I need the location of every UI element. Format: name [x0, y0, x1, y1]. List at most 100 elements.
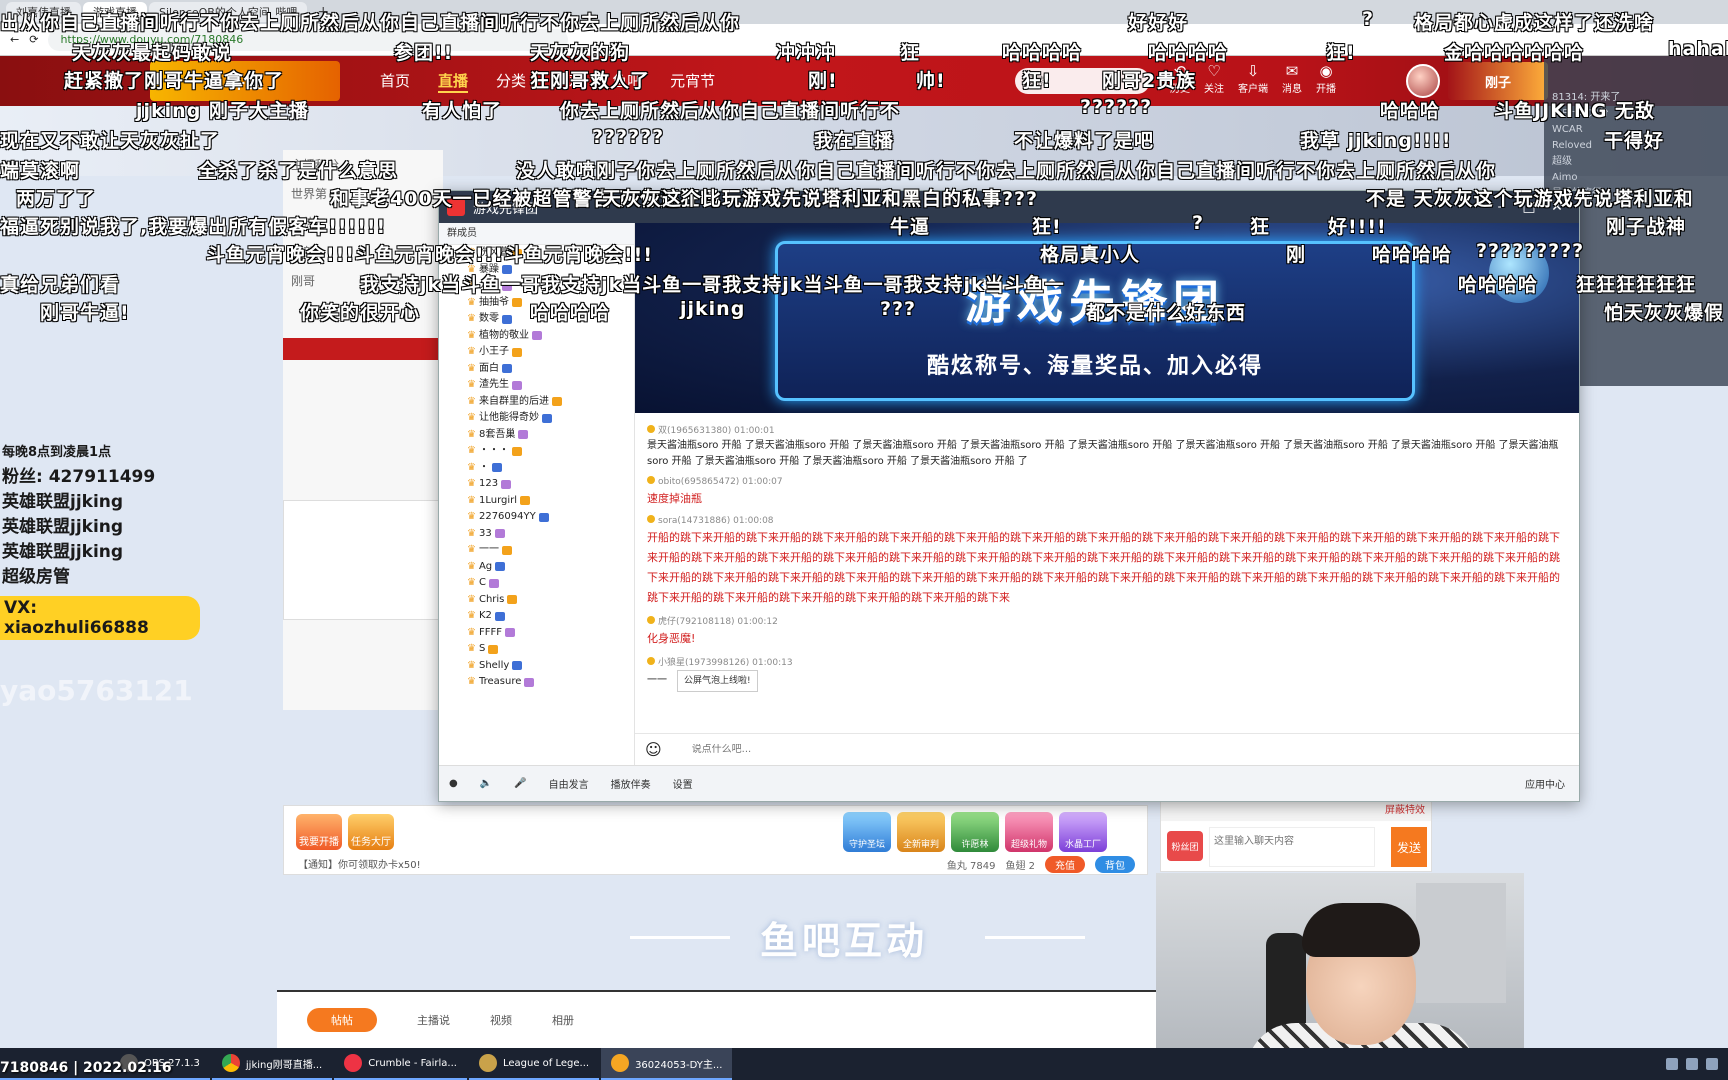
user-avatar[interactable]	[1406, 64, 1440, 98]
member-item[interactable]: ♛ 123	[439, 476, 634, 493]
block-effects-toggle[interactable]: 屏蔽特效	[1161, 801, 1431, 821]
download-button[interactable]: ⇩ 客户端	[1238, 62, 1268, 95]
settings-button[interactable]: 设置	[673, 776, 693, 791]
danmaku-comment: 两万了了	[16, 188, 97, 210]
fan-club-button[interactable]: 粉丝团	[1167, 831, 1203, 861]
send-button[interactable]: 发送	[1391, 827, 1427, 867]
member-item[interactable]: ♛ Chris	[439, 592, 634, 609]
member-name: Chris	[478, 593, 505, 605]
member-name: FFFF	[478, 626, 502, 638]
tab-posts[interactable]: 帖帖	[307, 1008, 377, 1032]
volume-tray-icon[interactable]	[1686, 1058, 1698, 1070]
taskbar-app[interactable]: jjking刚哥直播...	[211, 1048, 333, 1080]
nav-live[interactable]: 直播	[438, 70, 469, 93]
member-item[interactable]: ♛ 让他能得奇妙	[439, 410, 634, 427]
danmaku-comment: 斗鱼JJKING 无敌	[1494, 100, 1656, 122]
level-badge-icon	[511, 347, 522, 357]
member-item[interactable]: ♛ FFFF	[439, 625, 634, 642]
member-item[interactable]: ♛ ・	[439, 460, 634, 477]
play-music-button[interactable]: 播放伴奏	[611, 776, 651, 791]
member-item[interactable]: ♛ Treasure	[439, 674, 634, 691]
crown-icon: ♛	[467, 329, 476, 341]
recharge-button[interactable]: 充值	[1045, 856, 1085, 873]
crown-icon: ♛	[467, 544, 476, 555]
broadcast-button[interactable]: ◉ 开播	[1316, 62, 1336, 95]
schedule-text: 每晚8点到凌晨1点	[2, 445, 112, 460]
member-item[interactable]: ♛ 渣先生	[439, 377, 634, 394]
message-sender: obito(695865472) 01:00:07	[658, 477, 783, 487]
member-item[interactable]: ♛ ・・・	[439, 443, 634, 460]
app-center-button[interactable]: 应用中心	[1525, 776, 1579, 791]
fishwing-count: 鱼翅 2	[1005, 861, 1035, 872]
level-badge-icon	[511, 380, 522, 390]
qq-bottom-bar: ● 🔈 🎤 自由发言 播放伴奏 设置 应用中心	[439, 765, 1579, 801]
danmaku-comment: 你笑的很开心	[300, 302, 421, 324]
task-hall-button[interactable]: 任务大厅	[348, 814, 394, 850]
danmaku-comment: jjking	[680, 298, 746, 320]
ime-icon[interactable]	[1706, 1058, 1718, 1070]
nav-category[interactable]: 分类	[496, 70, 526, 93]
taskbar-app[interactable]: 36024053-DY主...	[601, 1048, 733, 1080]
crown-icon: ♛	[467, 313, 476, 324]
crown-icon: ♛	[467, 494, 476, 506]
member-item[interactable]: ♛ 小王子	[439, 344, 634, 361]
qq-logo-icon[interactable]: ●	[449, 778, 458, 789]
member-item[interactable]: ♛ C	[439, 575, 634, 592]
member-item[interactable]: ♛ 33	[439, 526, 634, 543]
crown-icon: ♛	[467, 643, 476, 654]
game-text: 英雄联盟jjking	[2, 492, 124, 512]
emoji-icon[interactable]: ☺	[645, 740, 662, 759]
nav-festival[interactable]: 元宵节	[670, 70, 715, 93]
message-button[interactable]: ✉ 消息	[1282, 62, 1302, 95]
message-body: 化身恶魔!	[647, 632, 696, 645]
stream-timestamp: 7180846 | 2022.02.16	[0, 1060, 172, 1076]
start-stream-button[interactable]: 我要开播	[296, 814, 342, 850]
danmaku-comment: 赶紧撤了刚哥牛逼拿你了	[64, 70, 285, 92]
gift-item[interactable]: 超级礼物	[1005, 812, 1053, 852]
member-item[interactable]: ♛ S	[439, 641, 634, 658]
level-badge-icon	[538, 512, 549, 522]
tab-videos[interactable]: 视频	[490, 1012, 512, 1028]
gift-item[interactable]: 守护圣坛	[843, 812, 891, 852]
danmaku-comment: ??????	[592, 126, 665, 148]
level-badge-icon	[495, 562, 506, 572]
taskbar-app[interactable]: Crumble - Fairla...	[334, 1048, 467, 1080]
chat-input[interactable]	[1209, 827, 1375, 867]
nav-home[interactable]: 首页	[380, 70, 410, 93]
taskbar-app[interactable]: League of Lege...	[468, 1048, 600, 1080]
member-name: 2276094YY	[478, 511, 536, 522]
member-name: 来自群里的后进	[478, 395, 549, 407]
member-item[interactable]: ♛ 面白	[439, 361, 634, 378]
follow-button[interactable]: ♡ 关注	[1204, 62, 1224, 95]
member-item[interactable]: ♛ 来自群里的后进	[439, 394, 634, 411]
tab-anchor-says[interactable]: 主播说	[417, 1012, 450, 1028]
network-icon[interactable]	[1666, 1058, 1678, 1070]
free-speak-button[interactable]: 自由发言	[549, 776, 589, 791]
fishball-count: 鱼丸 7849	[946, 861, 996, 872]
gift-item[interactable]: 许愿林	[951, 812, 999, 852]
backpack-button[interactable]: 背包	[1095, 856, 1135, 873]
header-banner[interactable]: 刚子	[1448, 62, 1548, 100]
member-item[interactable]: ♛ 一一	[439, 542, 634, 559]
member-item[interactable]: ♛ K2	[439, 608, 634, 625]
qq-input-row: ☺	[635, 733, 1579, 765]
member-item[interactable]: ♛ 1Lurgirl	[439, 493, 634, 510]
gift-item[interactable]: 水晶工厂	[1059, 812, 1107, 852]
level-badge-icon	[491, 463, 502, 473]
game-text: 英雄联盟jjking	[2, 517, 124, 537]
member-item[interactable]: ♛ 8套吾巢	[439, 427, 634, 444]
tab-albums[interactable]: 相册	[552, 1012, 574, 1028]
member-item[interactable]: ♛ 2276094YY	[439, 509, 634, 526]
level-icon	[647, 425, 655, 433]
message-input[interactable]	[691, 744, 1392, 755]
level-icon	[647, 657, 655, 665]
gift-item[interactable]: 全新审判	[897, 812, 945, 852]
danmaku-comment: 狂	[900, 42, 921, 64]
volume-icon[interactable]: 🔈	[480, 778, 492, 789]
member-item[interactable]: ♛ Shelly	[439, 658, 634, 675]
mic-icon[interactable]: 🎤	[514, 778, 526, 789]
taskbar-label: 36024053-DY主...	[635, 1059, 723, 1071]
danmaku-comment: 狂!	[1032, 216, 1062, 238]
member-item[interactable]: ♛ Ag	[439, 559, 634, 576]
member-item[interactable]: ♛ 植物的敬业	[439, 328, 634, 345]
